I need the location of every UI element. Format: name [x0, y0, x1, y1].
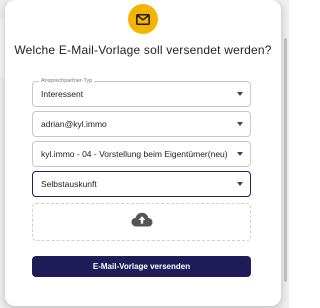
cloud-upload-icon — [131, 212, 153, 232]
dialog-title: Welche E-Mail-Vorlage soll versendet wer… — [14, 43, 272, 57]
mail-icon — [128, 4, 158, 34]
email-template-select[interactable]: kyl.immo - 04 - Vorstellung beim Eigentü… — [32, 141, 251, 167]
send-email-template-button[interactable]: E-Mail-Vorlage versenden — [32, 256, 251, 277]
chevron-down-icon — [237, 152, 243, 156]
contact-type-value: Interessent — [41, 89, 84, 99]
file-upload-dropzone[interactable] — [32, 203, 251, 241]
screen: Welche E-Mail-Vorlage soll versendet wer… — [0, 0, 289, 308]
scrollbar[interactable] — [284, 38, 287, 282]
document-value: Selbstauskunft — [41, 179, 97, 189]
email-template-value: kyl.immo - 04 - Vorstellung beim Eigentü… — [41, 149, 228, 159]
chevron-down-icon — [237, 122, 243, 126]
contact-type-select[interactable]: Ansprechpartner-Typ Interessent — [32, 77, 251, 107]
chevron-down-icon — [237, 182, 243, 186]
chevron-down-icon — [237, 92, 243, 96]
recipient-email-value: adrian@kyl.immo — [41, 119, 107, 129]
email-template-dialog: Welche E-Mail-Vorlage soll versendet wer… — [5, 0, 281, 306]
document-select[interactable]: Selbstauskunft — [32, 171, 251, 197]
recipient-email-select[interactable]: adrian@kyl.immo — [32, 111, 251, 137]
